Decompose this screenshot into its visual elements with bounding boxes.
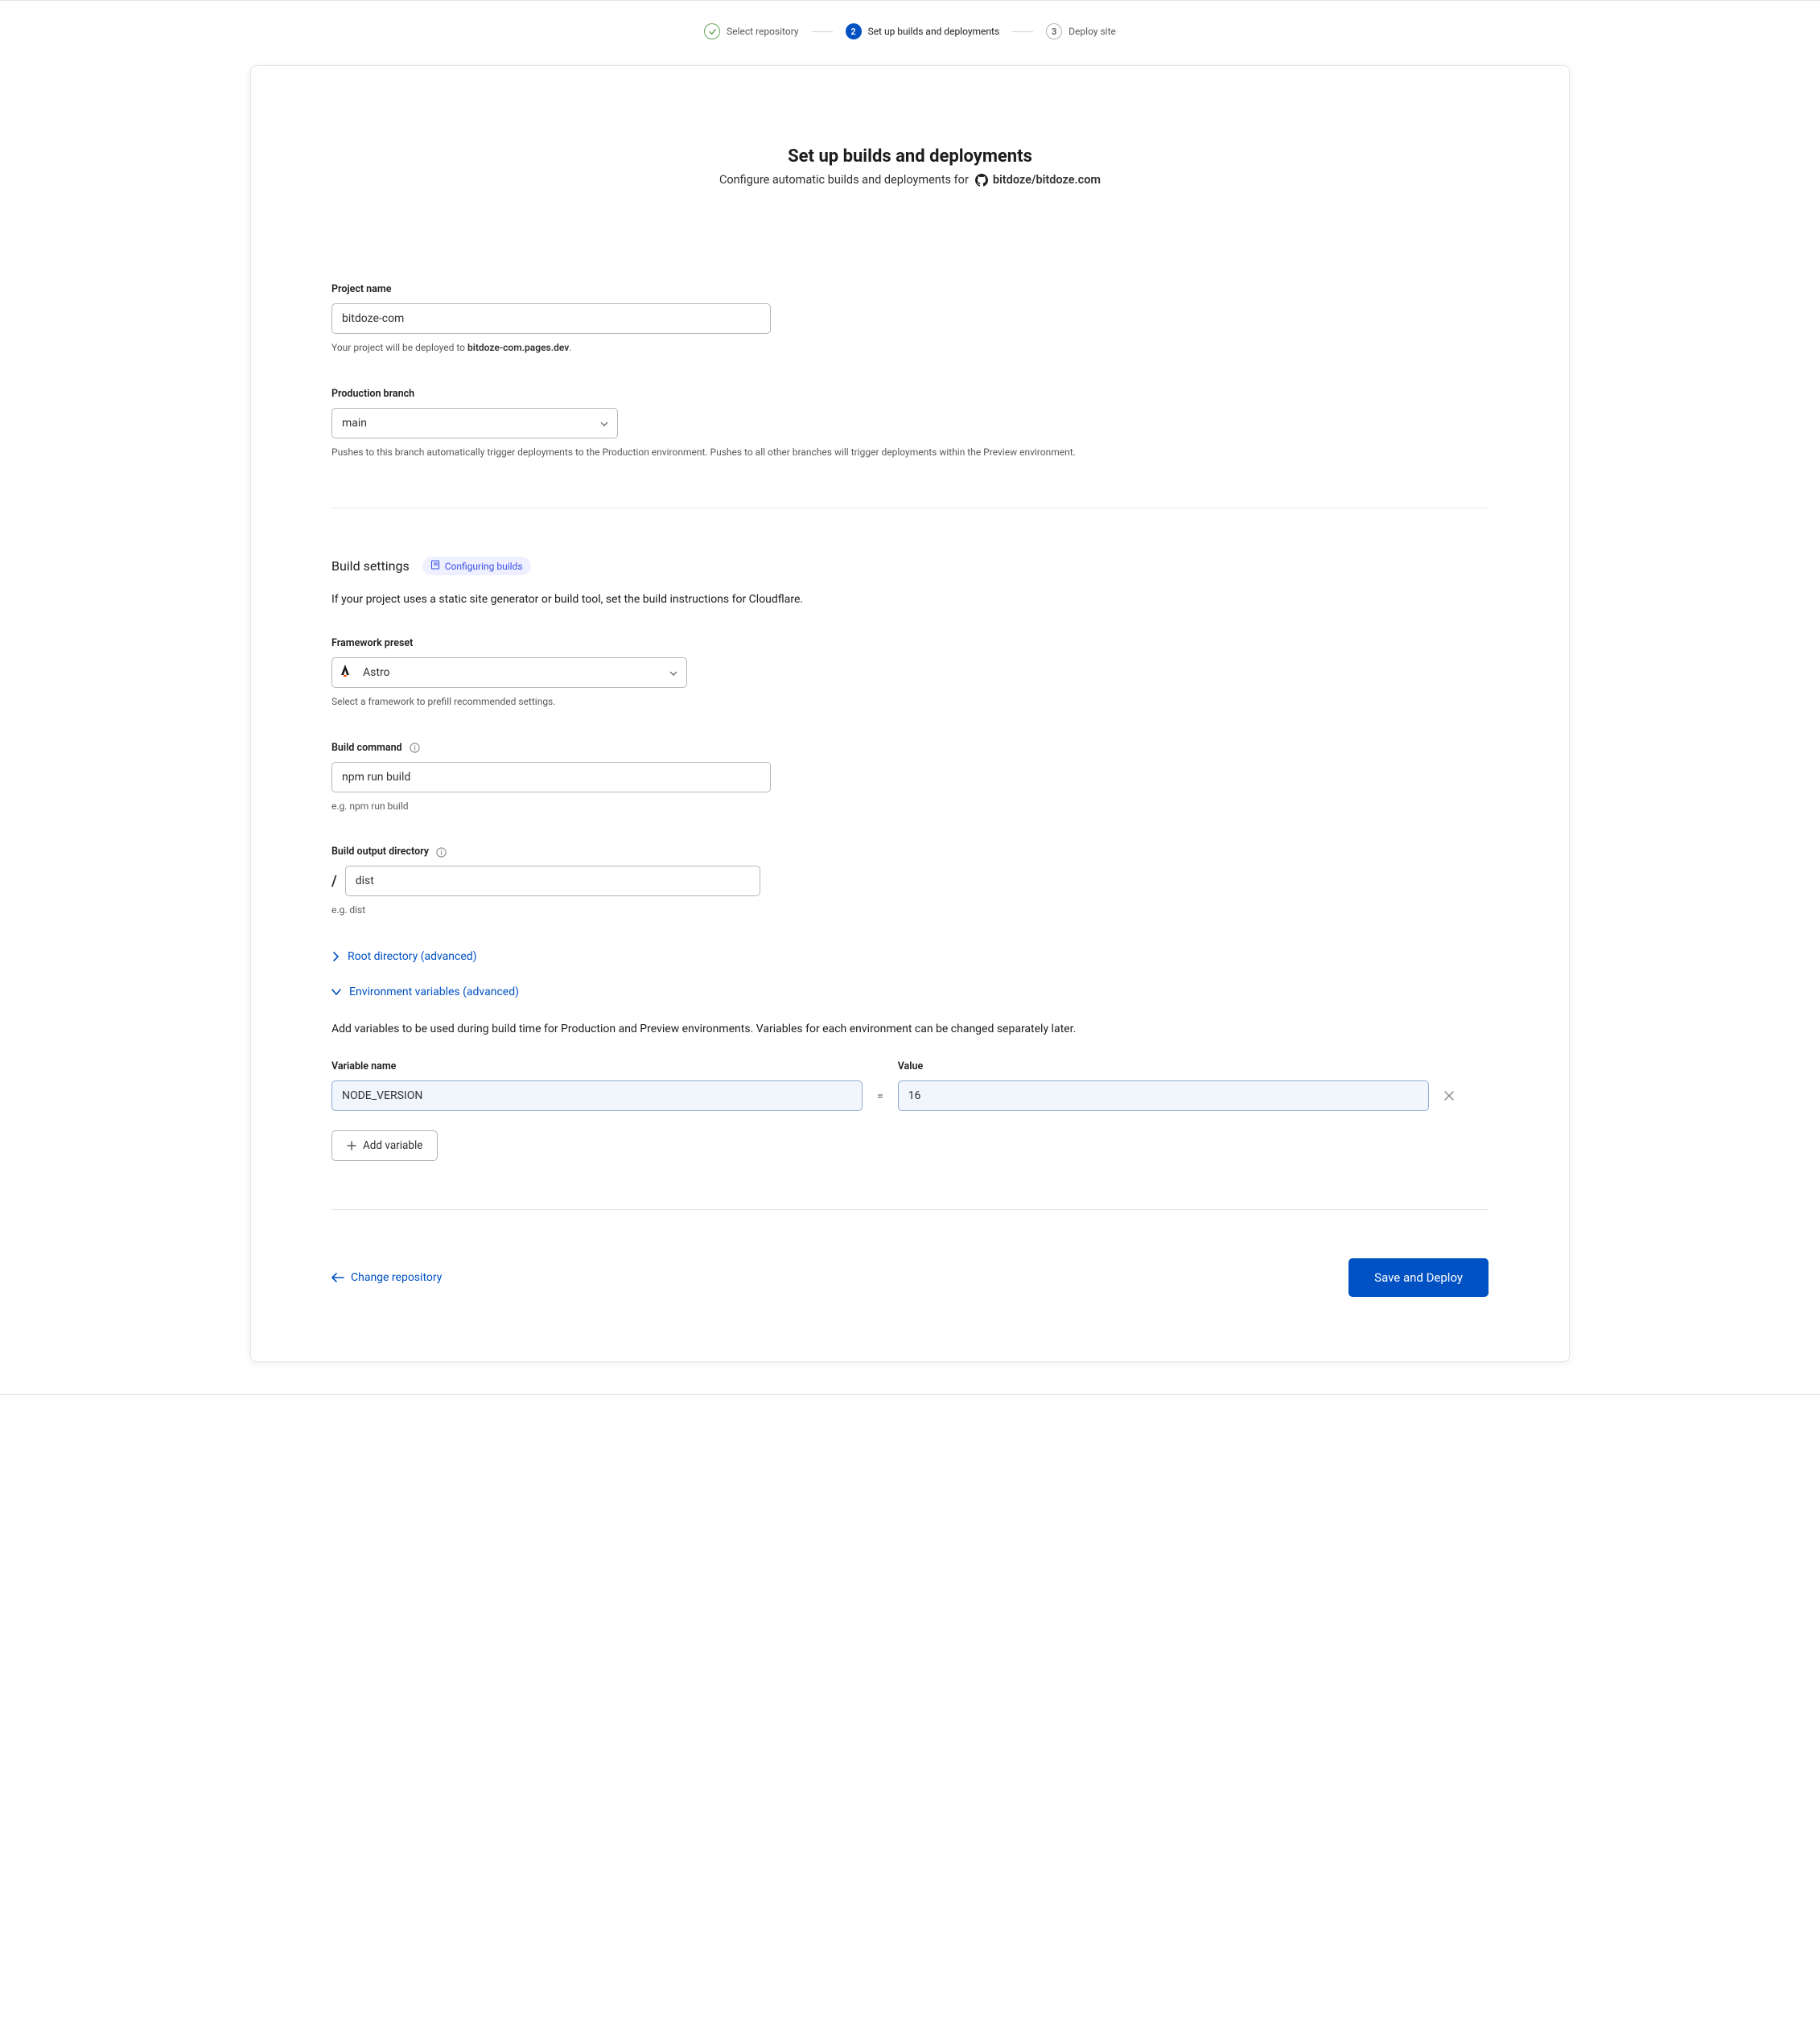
configuring-builds-badge[interactable]: Configuring builds — [422, 557, 531, 575]
build-command-help: e.g. npm run build — [331, 799, 1136, 814]
chevron-right-icon — [331, 952, 340, 961]
production-branch-value[interactable] — [331, 408, 618, 438]
framework-help: Select a framework to prefill recommende… — [331, 694, 1136, 710]
repo-name: bitdoze/bitdoze.com — [993, 173, 1101, 187]
env-name-input[interactable] — [331, 1080, 863, 1111]
env-vars-desc: Add variables to be used during build ti… — [331, 1021, 1489, 1038]
env-value-input[interactable] — [898, 1080, 1429, 1111]
framework-select[interactable] — [331, 657, 687, 688]
repo-chip: bitdoze/bitdoze.com — [975, 173, 1101, 187]
subtitle-text: Configure automatic builds and deploymen… — [719, 173, 969, 187]
setup-card: Set up builds and deployments Configure … — [250, 65, 1570, 1362]
step-3-label: Deploy site — [1069, 26, 1116, 37]
build-settings-title: Build settings — [331, 558, 410, 574]
check-icon — [704, 23, 720, 39]
root-directory-toggle[interactable]: Root directory (advanced) — [331, 950, 1489, 963]
production-branch-help: Pushes to this branch automatically trig… — [331, 445, 1136, 460]
env-var-row: Variable name = Value — [331, 1060, 1489, 1111]
info-icon[interactable] — [436, 847, 447, 858]
step-1[interactable]: Select repository — [704, 23, 798, 39]
add-variable-label: Add variable — [363, 1139, 422, 1152]
remove-env-var-button[interactable] — [1443, 1090, 1455, 1111]
step-3-number: 3 — [1046, 23, 1062, 39]
build-command-group: Build command e.g. npm run build — [331, 742, 1489, 814]
build-settings-desc: If your project uses a static site gener… — [331, 591, 1489, 608]
chevron-down-icon — [331, 988, 341, 996]
env-vars-label: Environment variables (advanced) — [349, 986, 519, 998]
production-branch-label: Production branch — [331, 388, 1489, 400]
build-settings-header: Build settings Configuring builds — [331, 557, 1489, 575]
add-variable-button[interactable]: Add variable — [331, 1130, 438, 1161]
close-icon — [1443, 1090, 1455, 1101]
step-2-label: Set up builds and deployments — [868, 26, 1000, 37]
framework-group: Framework preset Select a framework to p… — [331, 637, 1489, 710]
doc-icon — [430, 560, 440, 572]
production-branch-select[interactable] — [331, 408, 618, 438]
info-icon[interactable] — [410, 743, 420, 753]
framework-value[interactable] — [331, 657, 687, 688]
env-value-label: Value — [898, 1060, 1429, 1072]
step-divider — [1012, 31, 1033, 32]
step-1-label: Select repository — [727, 26, 798, 37]
project-name-group: Project name Your project will be deploy… — [331, 283, 1489, 356]
env-equals: = — [877, 1090, 883, 1111]
page-subtitle: Configure automatic builds and deploymen… — [331, 173, 1489, 187]
step-divider — [812, 31, 833, 32]
build-command-input[interactable] — [331, 762, 771, 792]
arrow-left-icon — [331, 1273, 344, 1282]
build-output-label: Build output directory — [331, 846, 1489, 858]
env-vars-toggle[interactable]: Environment variables (advanced) — [331, 986, 1489, 998]
card-footer: Change repository Save and Deploy — [331, 1258, 1489, 1297]
step-2[interactable]: 2 Set up builds and deployments — [846, 23, 1000, 39]
production-branch-group: Production branch Pushes to this branch … — [331, 388, 1489, 460]
project-name-label: Project name — [331, 283, 1489, 295]
framework-label: Framework preset — [331, 637, 1489, 649]
build-output-group: Build output directory / e.g. dist — [331, 846, 1489, 918]
step-2-number: 2 — [846, 23, 862, 39]
project-name-input[interactable] — [331, 303, 771, 334]
path-slash: / — [331, 873, 337, 890]
github-icon — [975, 174, 988, 187]
astro-icon — [340, 665, 351, 681]
save-and-deploy-button[interactable]: Save and Deploy — [1349, 1258, 1489, 1297]
change-repository-link[interactable]: Change repository — [331, 1271, 442, 1284]
build-output-help: e.g. dist — [331, 903, 1136, 918]
divider — [331, 1209, 1489, 1210]
page-title: Set up builds and deployments — [331, 146, 1489, 167]
stepper: Select repository 2 Set up builds and de… — [0, 1, 1820, 65]
change-repository-label: Change repository — [351, 1271, 442, 1284]
plus-icon — [347, 1141, 356, 1150]
badge-label: Configuring builds — [445, 561, 523, 572]
project-name-help: Your project will be deployed to bitdoze… — [331, 340, 1136, 356]
build-command-label: Build command — [331, 742, 1489, 754]
env-name-label: Variable name — [331, 1060, 863, 1072]
root-directory-label: Root directory (advanced) — [348, 950, 477, 963]
card-header: Set up builds and deployments Configure … — [331, 146, 1489, 187]
step-3[interactable]: 3 Deploy site — [1046, 23, 1116, 39]
build-output-input[interactable] — [345, 866, 760, 896]
